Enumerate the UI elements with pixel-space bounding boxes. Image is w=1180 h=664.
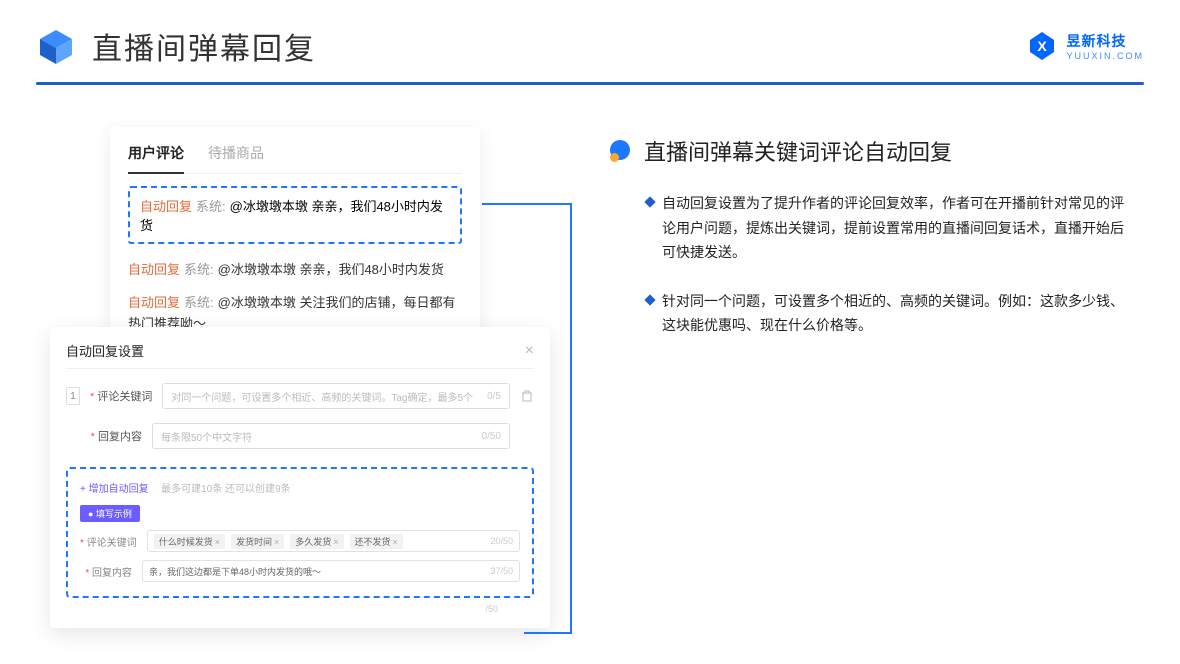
bullet-icon: [610, 140, 632, 162]
add-auto-reply-link[interactable]: + 增加自动回复: [80, 484, 149, 495]
keyword-chip: 发货时间×: [231, 534, 284, 549]
diamond-icon: [644, 294, 655, 305]
brand-url: YUUXIN.COM: [1066, 51, 1144, 61]
example-keyword-input[interactable]: 什么时候发货× 发货时间× 多久发货× 还不发货× 20/50: [147, 530, 520, 552]
example-tag: ● 填写示例: [80, 505, 140, 522]
example-content-input[interactable]: 亲，我们这边都是下单48小时内发货的哦～37/50: [142, 560, 520, 582]
description-column: 直播间弹幕关键词评论自动回复 自动回复设置为了提升作者的评论回复效率，作者可在开…: [610, 127, 1130, 364]
bullet-point: 针对同一个问题，可设置多个相近的、高频的关键词。例如：这款多少钱、这块能优惠吗、…: [610, 289, 1130, 338]
tab-user-comments[interactable]: 用户评论: [128, 143, 184, 163]
screenshot-column: 用户评论 待播商品 自动回复系统:@冰墩墩本墩 亲亲，我们48小时内发货 自动回…: [50, 127, 550, 364]
add-hint: 最多可建10条 还可以创建9条: [161, 484, 290, 495]
comment-item: 自动回复系统:@冰墩墩本墩 亲亲，我们48小时内发货: [128, 254, 462, 287]
keyword-chip: 还不发货×: [350, 534, 403, 549]
row-number: 1: [66, 387, 80, 405]
keyword-input[interactable]: 对同一个问题，可设置多个相近、高频的关键词。Tag确定，最多5个0/5: [162, 383, 510, 409]
connector-line: [524, 632, 572, 634]
content-label: * 回复内容: [90, 428, 142, 444]
partial-counter: /50: [485, 604, 498, 614]
cube-icon: [36, 26, 76, 66]
brand-name: 昱新科技: [1066, 31, 1126, 51]
brand-logo: X 昱新科技 YUUXIN.COM: [1026, 30, 1144, 62]
trash-icon[interactable]: [520, 389, 534, 403]
bullet-point: 自动回复设置为了提升作者的评论回复效率，作者可在开播前针对常见的评论用户问题，提…: [610, 191, 1130, 265]
page-title: 直播间弹幕回复: [92, 24, 316, 68]
keyword-chip: 什么时候发货×: [154, 534, 225, 549]
tab-pending-products[interactable]: 待播商品: [208, 143, 264, 163]
section-title: 直播间弹幕关键词评论自动回复: [644, 135, 952, 167]
example-box: + 增加自动回复 最多可建10条 还可以创建9条 ● 填写示例 * 评论关键词 …: [66, 467, 534, 598]
dialog-title: 自动回复设置: [66, 341, 144, 360]
auto-reply-tag: 自动回复: [140, 199, 192, 214]
svg-text:X: X: [1038, 38, 1048, 54]
content-input[interactable]: 每条限50个中文字符0/50: [152, 423, 510, 449]
keyword-chip: 多久发货×: [290, 534, 343, 549]
settings-dialog: 自动回复设置 × 1 * 评论关键词 对同一个问题，可设置多个相近、高频的关键词…: [50, 327, 550, 628]
highlighted-comment: 自动回复系统:@冰墩墩本墩 亲亲，我们48小时内发货: [128, 186, 462, 244]
close-icon[interactable]: ×: [525, 342, 534, 360]
keyword-label: * 评论关键词: [90, 388, 152, 404]
diamond-icon: [644, 196, 655, 207]
